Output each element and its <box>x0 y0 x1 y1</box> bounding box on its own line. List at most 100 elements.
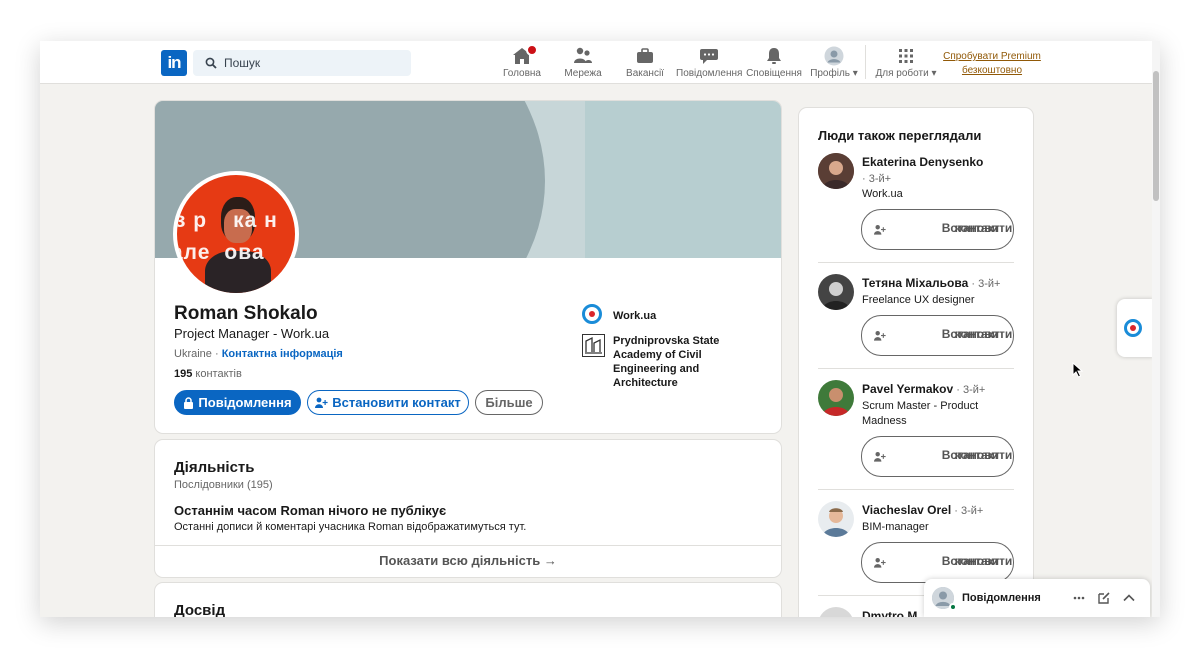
profile-card: з р ка н але ова Roman Shokalo Project Man… <box>155 101 781 433</box>
scrollbar-thumb[interactable] <box>1153 71 1159 201</box>
compose-icon[interactable] <box>1097 591 1111 605</box>
person-avatar[interactable] <box>818 607 854 617</box>
top-navigation: in Пошук Головна Мережа Вакансії Повідом… <box>40 41 1152 84</box>
notification-badge <box>526 44 538 56</box>
profile-headline: Project Manager - Work.ua <box>174 326 330 341</box>
connect-button[interactable]: Встановити контакт <box>861 315 1014 356</box>
connections-number: 195 <box>174 368 193 380</box>
add-person-icon <box>874 452 886 462</box>
person-divider <box>818 262 1014 263</box>
nav-jobs[interactable]: Вакансії <box>623 46 667 80</box>
people-also-viewed-card: Люди також переглядали Ekaterina Denysen… <box>799 108 1033 617</box>
linkedin-logo[interactable]: in <box>161 50 187 76</box>
connect-button[interactable]: Встановити контакт <box>307 390 469 415</box>
person-avatar[interactable] <box>818 274 854 310</box>
nav-notifications[interactable]: Сповіщення <box>745 46 803 80</box>
premium-line-1: Спробувати Premium <box>943 51 1041 62</box>
activity-divider <box>155 545 781 546</box>
add-person-icon <box>874 558 886 568</box>
browser-window: in Пошук Головна Мережа Вакансії Повідом… <box>40 41 1160 617</box>
org-current-company[interactable]: Work.ua <box>613 309 656 323</box>
location-text: Ukraine <box>174 348 212 360</box>
chevron-down-icon: ▾ <box>852 68 858 79</box>
person-name-with-degree[interactable]: Viacheslav Orel · 3-й+ <box>862 503 983 517</box>
connections-count[interactable]: 195 контактів <box>174 368 242 380</box>
person-headline: Scrum Master - Product <box>862 400 979 412</box>
nav-profile-label: Профіль ▾ <box>810 68 858 79</box>
premium-line-2: безкоштовно <box>961 65 1023 76</box>
people-icon <box>560 46 606 66</box>
nav-messaging[interactable]: Повідомлення <box>676 46 742 80</box>
add-person-icon <box>874 331 886 341</box>
person-divider <box>818 368 1014 369</box>
contact-info-link[interactable]: Контактна інформація <box>222 348 343 360</box>
photo-text-top: з р ка н <box>175 209 278 232</box>
person-headline: BIM-manager <box>862 521 929 533</box>
experience-title: Досвід <box>174 602 226 617</box>
nav-notifications-label: Сповіщення <box>746 68 802 79</box>
person-name[interactable]: Ekaterina Denysenko <box>862 155 983 169</box>
university-logo <box>582 334 605 357</box>
search-placeholder: Пошук <box>224 56 261 70</box>
connect-button[interactable]: Встановити контакт <box>861 209 1014 250</box>
workua-extension-widget[interactable] <box>1117 299 1153 357</box>
person-name[interactable]: Dmytro M <box>862 609 917 617</box>
nav-home[interactable]: Головна <box>501 44 543 80</box>
org-education-line-3: Engineering and <box>613 363 700 375</box>
person-avatar[interactable] <box>818 501 854 537</box>
home-icon <box>511 44 538 66</box>
target-icon <box>1124 319 1142 337</box>
activity-title: Діяльність <box>174 459 255 476</box>
nav-messaging-label: Повідомлення <box>676 68 743 79</box>
person-headline: Work.ua <box>862 188 903 200</box>
show-all-activity-link[interactable]: Показати всю діяльність → <box>155 553 781 568</box>
nav-jobs-label: Вакансії <box>626 68 664 79</box>
add-person-icon <box>874 225 886 235</box>
nav-separator <box>865 45 866 79</box>
person-avatar[interactable] <box>818 153 854 189</box>
activity-empty-title: Останнім часом Roman нічого не публікує <box>174 503 447 518</box>
chevron-down-icon: ▾ <box>931 68 937 79</box>
message-button[interactable]: Повідомлення <box>174 390 301 415</box>
bell-icon <box>745 46 803 66</box>
person-avatar[interactable] <box>818 380 854 416</box>
nav-network-label: Мережа <box>564 68 602 79</box>
chevron-up-icon[interactable] <box>1122 591 1136 605</box>
workua-logo <box>582 304 602 324</box>
person-name-with-degree[interactable]: Pavel Yermakov · 3-й+ <box>862 382 985 396</box>
chat-icon <box>676 46 742 66</box>
connect-button[interactable]: Встановити контакт <box>861 436 1014 477</box>
grid-icon <box>873 46 939 66</box>
nav-profile[interactable]: Профіль ▾ <box>808 46 860 80</box>
connect-button[interactable]: Встановити контакт <box>861 542 1014 583</box>
org-education[interactable]: Prydniprovska State Academy of Civil Eng… <box>613 334 719 390</box>
more-button[interactable]: Більше <box>475 390 543 415</box>
more-button-label: Більше <box>485 395 533 410</box>
ellipsis-icon[interactable] <box>1072 591 1086 605</box>
search-icon <box>205 57 217 69</box>
search-input[interactable]: Пошук <box>193 50 411 76</box>
nav-home-label: Головна <box>503 68 541 79</box>
activity-empty-text: Останні дописи й коментарі учасника Roma… <box>174 521 527 533</box>
person-headline: Freelance UX designer <box>862 294 975 306</box>
briefcase-icon <box>623 46 667 66</box>
person-degree: · 3-й+ <box>862 173 892 185</box>
person-divider <box>818 489 1014 490</box>
connect-button-label: Встановити контакт <box>332 395 461 410</box>
connections-label: контактів <box>192 368 242 380</box>
add-person-icon <box>315 397 328 408</box>
profile-photo[interactable]: з р ка н але ова <box>173 171 299 297</box>
connect-button-label: Встановити контакт <box>941 221 1013 235</box>
connect-button-label: Встановити контакт <box>941 327 1013 341</box>
messaging-bar[interactable]: Повідомлення <box>924 579 1150 617</box>
messaging-title: Повідомлення <box>962 592 1041 604</box>
person-name-with-degree[interactable]: Тетяна Міхальова · 3-й+ <box>862 276 1000 290</box>
nav-network[interactable]: Мережа <box>560 46 606 80</box>
mouse-cursor-icon <box>1072 362 1084 378</box>
org-education-line-2: Academy of Civil <box>613 349 702 361</box>
connect-button-label: Встановити контакт <box>941 448 1013 462</box>
premium-trial-link[interactable]: Спробувати Premium безкоштовно <box>942 50 1042 78</box>
page-scrollbar[interactable] <box>1152 41 1160 617</box>
activity-followers[interactable]: Послідовники (195) <box>174 479 273 491</box>
nav-for-business[interactable]: Для роботи ▾ <box>873 46 939 80</box>
